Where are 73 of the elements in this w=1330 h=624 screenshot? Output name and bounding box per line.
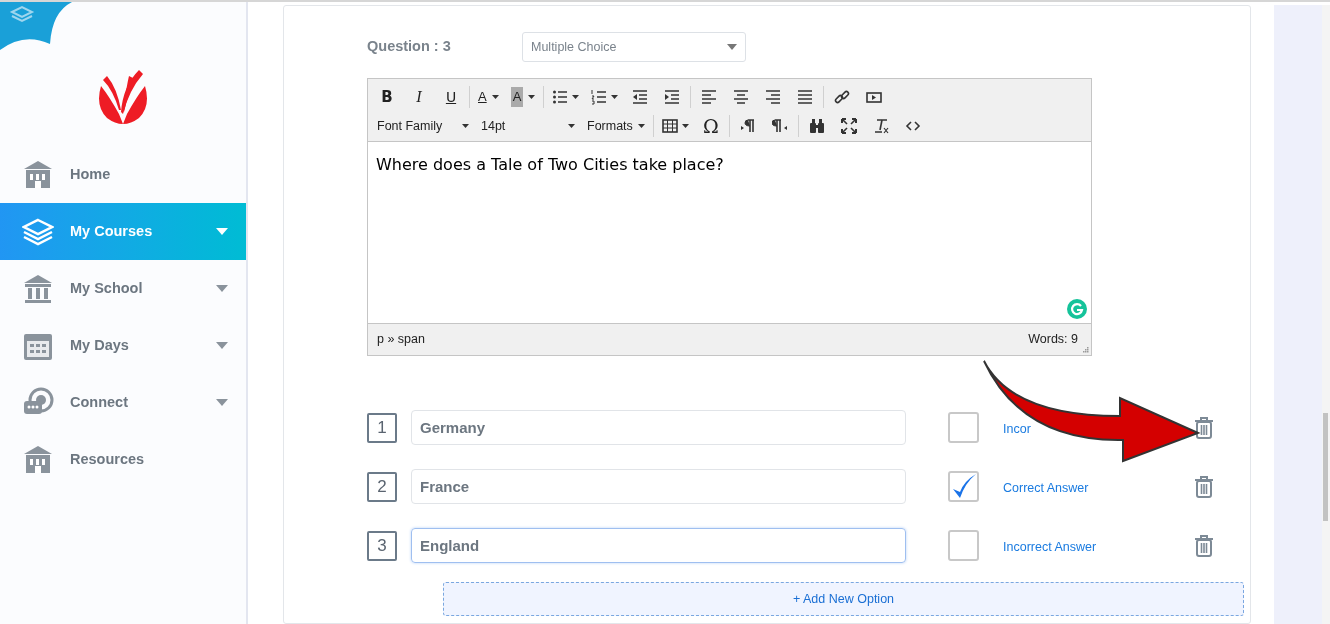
- nav-label: My Days: [70, 335, 129, 355]
- caret-icon: [462, 124, 469, 128]
- element-path: p » span: [377, 331, 425, 349]
- nav-label: Home: [70, 164, 111, 184]
- link-icon: [834, 89, 851, 105]
- font-size-dropdown[interactable]: 14pt: [475, 112, 581, 140]
- rtl-icon: [772, 118, 788, 134]
- nav-item[interactable]: Connect: [0, 374, 246, 431]
- caret-icon: [491, 95, 499, 99]
- question-type-select[interactable]: Multiple Choice: [522, 32, 746, 62]
- answer-status: Incor: [1003, 421, 1031, 436]
- scrollbar-thumb[interactable]: [1323, 413, 1328, 521]
- underline-button[interactable]: U: [435, 83, 467, 111]
- outdent-icon: [632, 89, 649, 105]
- checkbox[interactable]: [948, 530, 979, 561]
- indent-icon: [664, 89, 681, 105]
- option-field[interactable]: England: [411, 528, 906, 563]
- answer-status: Correct Answer: [1003, 480, 1089, 495]
- option-field[interactable]: Germany: [411, 410, 906, 445]
- align-center-icon: [733, 89, 750, 105]
- checkbox[interactable]: [948, 471, 979, 502]
- answer-status: Incorrect Answer: [1003, 539, 1097, 554]
- formats-dropdown[interactable]: Formats: [581, 112, 651, 140]
- nav-item[interactable]: My Days: [0, 317, 246, 374]
- nav-item[interactable]: My Courses: [0, 203, 246, 260]
- trash-icon[interactable]: [1193, 415, 1215, 440]
- caret-icon: [572, 95, 580, 99]
- nav-label: Resources: [70, 449, 145, 469]
- bold-button[interactable]: B: [371, 83, 403, 111]
- caret-icon: [682, 124, 689, 128]
- numbered-list-icon: [591, 89, 608, 105]
- select-value: Multiple Choice: [531, 38, 617, 56]
- highlight-color-button[interactable]: A: [504, 83, 542, 111]
- font-family-dropdown[interactable]: Font Family: [371, 112, 475, 140]
- align-right-icon: [765, 89, 782, 105]
- justify-icon: [797, 89, 814, 105]
- word-count: Words: 9: [1028, 331, 1078, 349]
- caret-icon: [528, 95, 536, 99]
- question-label: Question : 3: [367, 37, 452, 57]
- nav-label: Connect: [70, 392, 128, 412]
- nav-label: My Courses: [70, 221, 153, 241]
- table-icon: [662, 118, 678, 134]
- media-icon: [866, 89, 883, 105]
- italic-button[interactable]: I: [403, 83, 435, 111]
- nav-item[interactable]: My School: [0, 260, 246, 317]
- editor-text: Where does a Tale of Two Cities take place?: [376, 154, 725, 176]
- nav-label: My School: [70, 278, 143, 298]
- align-left-icon: [701, 89, 718, 105]
- nav-item[interactable]: Resources: [0, 431, 246, 488]
- caret-icon: [638, 124, 645, 128]
- fullscreen-icon: [841, 118, 857, 134]
- building-icon: [22, 158, 54, 191]
- columns-building-icon: [22, 272, 54, 305]
- find-icon: [809, 118, 825, 134]
- clear-formatting-icon: [873, 118, 889, 134]
- option-field[interactable]: France: [411, 469, 906, 504]
- grammar-icon: [1067, 299, 1087, 319]
- nav-item[interactable]: Home: [0, 146, 246, 203]
- option-number: 3: [367, 530, 397, 561]
- add-option-button[interactable]: + Add New Option: [443, 582, 1244, 616]
- caret-icon: [568, 124, 575, 128]
- option-number: 1: [367, 412, 397, 443]
- special-character-button[interactable]: Ω: [695, 112, 727, 140]
- ribbon-icon: [0, 2, 72, 50]
- text-color-button[interactable]: A: [472, 83, 505, 111]
- checkbox[interactable]: [948, 412, 979, 443]
- resize-grip-icon: [1083, 347, 1089, 353]
- caret-icon: [727, 44, 737, 50]
- ltr-icon: [740, 118, 756, 134]
- caret-icon: [611, 95, 619, 99]
- building-icon: [22, 443, 54, 476]
- option-number: 2: [367, 471, 397, 502]
- bullet-list-icon: [552, 89, 569, 105]
